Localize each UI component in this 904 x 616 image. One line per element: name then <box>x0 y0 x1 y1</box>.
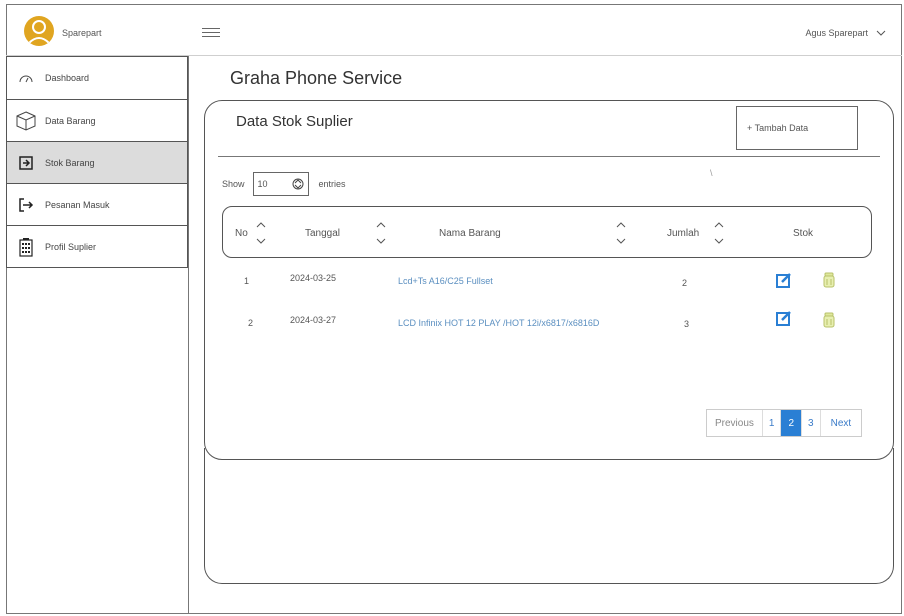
app-name: Sparepart <box>62 28 102 38</box>
entries-label: entries <box>318 179 346 189</box>
sidebar-item-label: Stok Barang <box>45 157 95 168</box>
column-header-jumlah[interactable]: Jumlah <box>667 207 699 259</box>
card-lower-panel <box>204 448 894 584</box>
sidebar-item-label: Dashboard <box>45 73 90 83</box>
add-data-button[interactable]: + Tambah Data <box>736 106 858 150</box>
column-header-stok[interactable]: Stok <box>793 207 813 259</box>
cell-jumlah: 2 <box>682 278 688 288</box>
user-avatar-icon <box>28 20 50 44</box>
sidebar-item-profil-suplier[interactable]: Profil Suplier <box>6 226 188 268</box>
edit-icon[interactable] <box>776 272 792 288</box>
cell-tanggal: 2024-03-25 <box>290 273 337 283</box>
sort-icon[interactable] <box>615 219 627 247</box>
trash-icon[interactable] <box>822 312 836 328</box>
divider <box>218 156 880 157</box>
cell-nama-barang[interactable]: Lcd+Ts A16/C25 Fullset <box>398 276 493 286</box>
next-page-button[interactable]: Next <box>821 410 862 436</box>
entries-select[interactable]: 10 <box>252 172 309 196</box>
dashboard-gauge-icon <box>15 67 37 89</box>
cell-nama-barang[interactable]: LCD Infinix HOT 12 PLAY /HOT 12i/x6817/x… <box>398 318 599 328</box>
sidebar-item-label: Pesanan Masuk <box>45 199 110 210</box>
user-menu[interactable]: Agus Sparepart <box>805 28 886 38</box>
page-button-1[interactable]: 1 <box>763 410 782 436</box>
stepper-icon <box>292 178 304 190</box>
table-header: No Tanggal Nama Barang Jumlah Stok <box>222 206 872 258</box>
sort-icon[interactable] <box>713 219 725 247</box>
cell-no: 1 <box>244 276 250 286</box>
trash-icon[interactable] <box>822 272 836 288</box>
sort-icon[interactable] <box>255 219 267 247</box>
arrow-in-icon <box>15 194 37 216</box>
chevron-down-icon <box>876 30 886 36</box>
page-button-3[interactable]: 3 <box>802 410 821 436</box>
sidebar-item-dashboard[interactable]: Dashboard <box>6 56 188 100</box>
sidebar-item-stok-barang[interactable]: Stok Barang <box>6 142 188 184</box>
login-arrow-icon <box>15 152 37 174</box>
column-header-nama-barang[interactable]: Nama Barang <box>439 207 501 259</box>
previous-page-button[interactable]: Previous <box>707 410 763 436</box>
pagination: Previous 1 2 3 Next <box>706 409 863 437</box>
sidebar-item-data-barang[interactable]: Data Barang <box>6 100 188 142</box>
sidebar-item-label: Profil Suplier <box>45 241 97 252</box>
top-bar: Sparepart Agus Sparepart <box>6 4 902 56</box>
page-button-2[interactable]: 2 <box>781 410 803 436</box>
entries-control: Show 10 entries <box>222 172 346 196</box>
card-title: Data Stok Suplier <box>236 113 353 130</box>
sidebar: Dashboard Data Barang Stok Barang Pesana… <box>6 56 189 614</box>
box-icon <box>15 110 37 132</box>
sidebar-item-label: Data Barang <box>45 115 96 126</box>
hamburger-icon <box>202 28 220 29</box>
page-title: Graha Phone Service <box>230 68 403 88</box>
menu-toggle-button[interactable] <box>202 28 220 38</box>
user-name: Agus Sparepart <box>805 28 868 38</box>
show-label: Show <box>222 179 245 189</box>
sort-icon[interactable] <box>375 219 387 247</box>
tick-mark: \ <box>710 168 713 178</box>
column-header-tanggal[interactable]: Tanggal <box>305 207 340 259</box>
column-header-no[interactable]: No <box>235 207 248 259</box>
avatar[interactable] <box>24 16 54 46</box>
building-icon <box>15 236 37 258</box>
cell-tanggal: 2024-03-27 <box>290 315 337 325</box>
cell-no: 2 <box>248 318 254 328</box>
edit-icon[interactable] <box>776 310 792 326</box>
entries-value: 10 <box>257 179 268 189</box>
sidebar-item-pesanan-masuk[interactable]: Pesanan Masuk <box>6 184 188 226</box>
cell-jumlah: 3 <box>684 319 690 329</box>
